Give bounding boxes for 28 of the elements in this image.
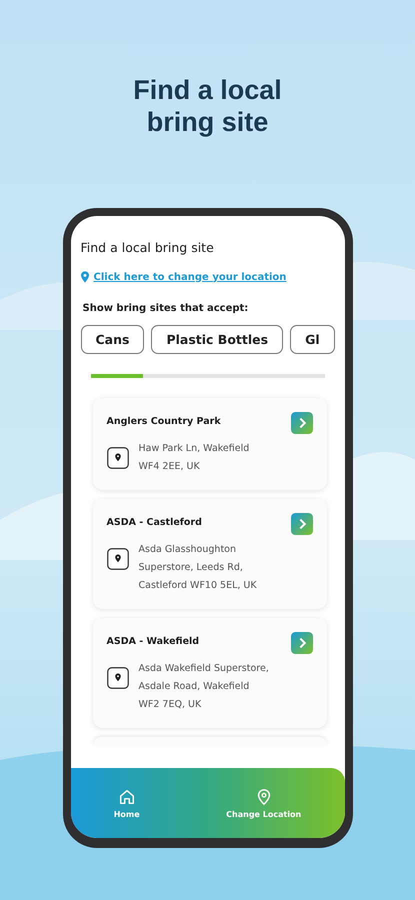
site-name: ASDA - Wakefield — [106, 636, 200, 647]
pin-icon — [106, 548, 128, 570]
address-line: WF4 2EE, UK — [138, 460, 201, 474]
address-line: Superstore, Leeds Rd, — [138, 561, 244, 575]
site-name: Anglers Country Park — [106, 416, 221, 427]
arrow-button[interactable] — [290, 513, 312, 535]
arrow-button[interactable] — [290, 632, 312, 654]
address-line: WF2 7EQ, UK — [138, 698, 202, 712]
headline: Find a local bring site — [132, 74, 283, 138]
filter-chip[interactable]: Cans — [80, 325, 144, 354]
address-line: Asdale Road, Wakefield — [138, 680, 250, 694]
address-line: Asda Glasshoughton — [138, 543, 238, 557]
site-card[interactable]: ASDA - Wakefield Asda Wakefield Superstore, Asdale Road, Wakefield WF2 7EQ, UK — [92, 618, 326, 728]
screen-title: Find a local bring site — [80, 240, 215, 255]
pin-icon — [80, 271, 88, 283]
filter-chip[interactable]: Plastic Bottles — [151, 325, 284, 354]
site-card[interactable]: ASDA - Castleford Asda Glasshoughton Superstore, Leeds Rd, Castleford WF10 5EL, UK — [92, 499, 326, 609]
address-line: Asda Wakefield Superstore, — [138, 662, 269, 676]
address-line: Haw Park Ln, Wakefield — [138, 442, 250, 456]
filter-label: Show bring sites that accept: — [82, 303, 250, 314]
home-icon — [118, 788, 136, 806]
address-line: Castleford WF10 5EL, UK — [138, 579, 257, 593]
pin-icon — [106, 447, 128, 469]
filter-chip[interactable]: Gl — [290, 325, 334, 354]
pin-icon — [106, 667, 128, 689]
site-card[interactable]: Anglers Country Park Haw Park Ln, Wakefield WF4 2EE, UK — [92, 398, 326, 490]
site-name: ASDA - Castleford — [106, 517, 202, 528]
arrow-button[interactable] — [290, 412, 312, 434]
